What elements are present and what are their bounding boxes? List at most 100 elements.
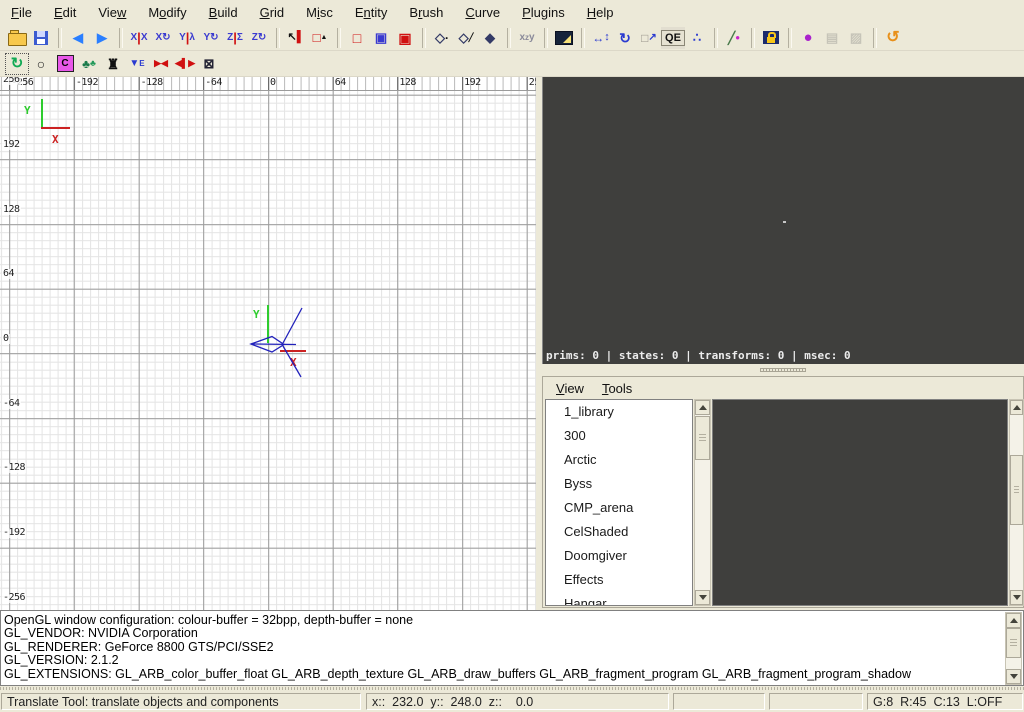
scroll-down-icon[interactable] <box>1010 590 1023 605</box>
red-frame-icon: ▲ <box>320 34 327 41</box>
qe-toggle-button[interactable]: QE <box>661 27 685 49</box>
grid-view-2d[interactable]: Y X Y X -256-192-128-6406412819225625619… <box>0 77 536 610</box>
rotate-z-button[interactable]: Z↻ <box>247 27 271 49</box>
menu-view[interactable]: View <box>87 5 137 20</box>
console-line: GL_RENDERER: GeForce 8800 GTS/PCI/SSE2 <box>1 641 1023 654</box>
console-scrollbar[interactable] <box>1005 612 1022 685</box>
rotate-view-button[interactable]: ↻ <box>5 53 29 75</box>
camera-entity: Y X <box>251 305 306 377</box>
redo-button[interactable]: ▶ <box>90 27 114 49</box>
menu-curve[interactable]: Curve <box>454 5 511 20</box>
select-inside-button[interactable]: ▣ <box>393 27 417 49</box>
xyz-lock-button[interactable]: xzy <box>515 27 539 49</box>
horizontal-splitter[interactable] <box>542 364 1024 376</box>
texture-folder-item[interactable]: Arctic <box>546 448 692 472</box>
show-textures-button[interactable] <box>552 27 576 49</box>
csg-merge-button[interactable]: ▣ <box>369 27 393 49</box>
texture-menu-tools[interactable]: Tools <box>593 381 641 396</box>
texture-view-scrollbar[interactable] <box>1009 399 1024 606</box>
flip-z-button[interactable]: Z|Σ <box>223 27 247 49</box>
nodraw-button[interactable]: ⊠ <box>197 53 221 75</box>
menu-brush[interactable]: Brush <box>398 5 454 20</box>
console-log-button[interactable]: ▤ <box>820 27 844 49</box>
caulk-button[interactable]: C <box>53 53 77 75</box>
drop-entity-button[interactable]: ▼E <box>125 53 149 75</box>
foliage-button[interactable]: ♣♣ <box>77 53 101 75</box>
texture-folder-item[interactable]: Byss <box>546 472 692 496</box>
rotate-mode-button[interactable]: ↻ <box>613 27 637 49</box>
render-stats: prims: 0 | states: 0 | transforms: 0 | m… <box>546 349 851 362</box>
rotate-x-button[interactable]: X↻ <box>151 27 175 49</box>
ruler-label-y: -128 <box>2 463 26 473</box>
arrow-left-icon: ◀ <box>73 31 83 44</box>
rotate-y-button[interactable]: Y↻ <box>199 27 223 49</box>
diverge-button[interactable]: ◀▌▶ <box>173 53 197 75</box>
converge-button[interactable]: ▶◀ <box>149 53 173 75</box>
select-partial-tall-button[interactable]: □ <box>345 27 369 49</box>
texture-folder-item[interactable]: Effects <box>546 568 692 592</box>
polygon-button[interactable]: ○ <box>29 53 53 75</box>
origin-x-label: X <box>52 133 59 146</box>
texture-folder-item[interactable]: 300 <box>546 424 692 448</box>
undo-button[interactable]: ◀ <box>66 27 90 49</box>
scale-mode-button[interactable]: □↗ <box>637 27 661 49</box>
image-tool-button[interactable]: ▨ <box>844 27 868 49</box>
open-file-button[interactable] <box>5 27 29 49</box>
menu-entity[interactable]: Entity <box>344 5 399 20</box>
edge-mode-button[interactable]: ◇╱ <box>454 27 478 49</box>
texture-browser: ViewTools 1_library300ArcticByssCMP_aren… <box>542 376 1024 608</box>
flip-y-button[interactable]: Y|λ <box>175 27 199 49</box>
scroll-up-icon[interactable] <box>1006 613 1021 628</box>
toolbar-plugins: ↻○C♣♣♜▼E▶◀◀▌▶⊠ <box>0 51 1024 77</box>
scroll-down-icon[interactable] <box>1006 669 1021 684</box>
texture-folder-item[interactable]: Hangar <box>546 592 692 606</box>
scrollbar-thumb[interactable] <box>695 416 710 460</box>
scrollbar-thumb[interactable] <box>1010 455 1023 525</box>
menu-file[interactable]: File <box>0 5 43 20</box>
orange-swirl-icon: ↺ <box>886 30 899 46</box>
caulk-icon: C <box>57 55 74 72</box>
texture-view[interactable] <box>712 399 1008 606</box>
entity-connect-button[interactable]: ∴ <box>685 27 709 49</box>
menu-grid[interactable]: Grid <box>249 5 296 20</box>
camera-frustum-upper <box>283 308 302 343</box>
select-touching-button[interactable]: □▲ <box>308 27 332 49</box>
face-mode-button[interactable]: ◆ <box>478 27 502 49</box>
model-preview-button[interactable]: ● <box>796 27 820 49</box>
vertex-mode-button[interactable]: ◇· <box>430 27 454 49</box>
status-empty-2 <box>769 693 863 710</box>
toolbar-separator <box>788 28 791 48</box>
texture-folder-item[interactable]: Doomgiver <box>546 544 692 568</box>
flip-x-button[interactable]: X|X <box>127 27 151 49</box>
texture-folder-item[interactable]: CMP_arena <box>546 496 692 520</box>
red-frame-icon: □ <box>313 31 321 44</box>
cube-edge-icon: ╱ <box>469 34 474 42</box>
scroll-down-icon[interactable] <box>695 590 710 605</box>
scroll-up-icon[interactable] <box>695 400 710 415</box>
rotate-x-icon: X <box>155 33 162 43</box>
menu-edit[interactable]: Edit <box>43 5 87 20</box>
texture-lock-button[interactable] <box>759 27 783 49</box>
menu-modify[interactable]: Modify <box>137 5 197 20</box>
menu-misc[interactable]: Misc <box>295 5 344 20</box>
console-output[interactable]: OpenGL window configuration: colour-buff… <box>0 610 1024 686</box>
clipper-button[interactable]: ╱● <box>722 27 746 49</box>
texture-folder-item[interactable]: CelShaded <box>546 520 692 544</box>
camera-view-3d[interactable]: prims: 0 | states: 0 | transforms: 0 | m… <box>542 77 1024 364</box>
texture-folder-item[interactable]: 1_library <box>546 400 692 424</box>
menu-build[interactable]: Build <box>198 5 249 20</box>
sphere-icon: ● <box>803 30 812 45</box>
scrollbar-thumb[interactable] <box>1006 628 1021 658</box>
scroll-up-icon[interactable] <box>1010 400 1023 415</box>
rotate-arrows-icon: ↻ <box>619 31 631 45</box>
translate-mode-button[interactable]: ↔↕ <box>589 27 613 49</box>
select-complete-tall-button[interactable]: ↖▌ <box>284 27 308 49</box>
save-button[interactable] <box>29 27 53 49</box>
folder-list-scrollbar[interactable] <box>694 399 711 606</box>
texture-menu-view[interactable]: View <box>547 381 593 396</box>
train-button[interactable]: ♜ <box>101 53 125 75</box>
texture-folder-list[interactable]: 1_library300ArcticByssCMP_arenaCelShaded… <box>545 399 693 606</box>
refresh-models-button[interactable]: ↺ <box>881 27 905 49</box>
menu-help[interactable]: Help <box>576 5 625 20</box>
menu-plugins[interactable]: Plugins <box>511 5 576 20</box>
